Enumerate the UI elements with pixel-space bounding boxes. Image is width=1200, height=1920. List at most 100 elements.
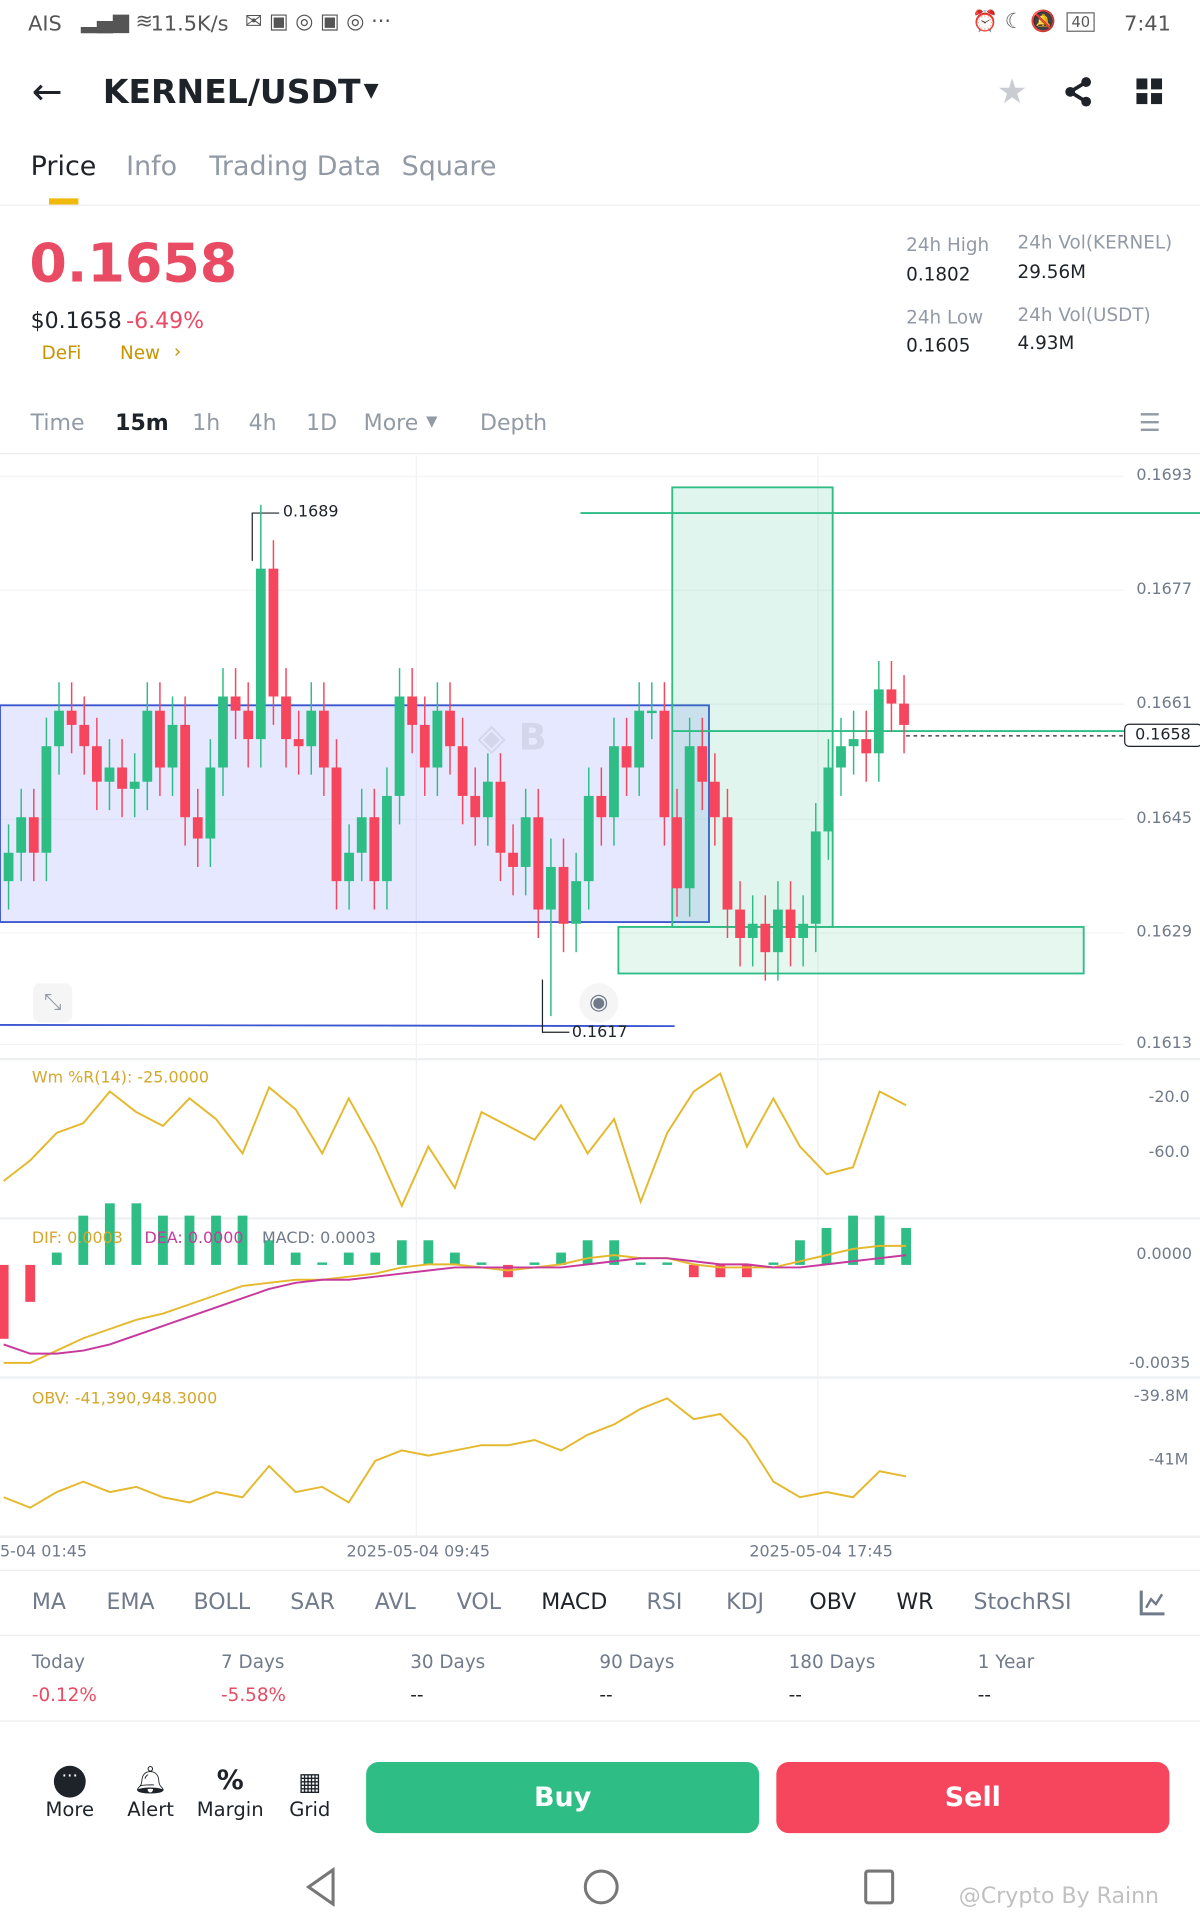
indicator-tab-vol[interactable]: VOL bbox=[457, 1589, 501, 1615]
candle-body bbox=[180, 724, 191, 818]
price-axis-label: 0.1629 bbox=[1136, 923, 1193, 942]
wr-axis-label: -20.0 bbox=[1148, 1088, 1190, 1107]
candle-body bbox=[407, 696, 418, 725]
macd-histogram-bar bbox=[290, 1252, 301, 1265]
candle-body bbox=[735, 909, 745, 938]
candle-body bbox=[520, 817, 531, 867]
low-marker-line bbox=[541, 979, 570, 1033]
macd-histogram-bar bbox=[635, 1262, 646, 1265]
candle-body bbox=[16, 817, 27, 853]
nav-home-icon[interactable] bbox=[582, 1867, 621, 1906]
candle-body bbox=[798, 923, 809, 938]
indicator-tab-boll[interactable]: BOLL bbox=[193, 1589, 250, 1615]
binance-watermark-logo: ◈ B bbox=[477, 716, 547, 760]
price-chart[interactable] bbox=[0, 0, 1200, 1920]
macd-label: MACD: 0.0003 bbox=[262, 1229, 376, 1248]
indicator-tab-obv[interactable]: OBV bbox=[809, 1589, 856, 1615]
eye-icon[interactable]: ◉ bbox=[579, 983, 619, 1023]
price-axis-label: 0.1693 bbox=[1136, 466, 1193, 485]
macd-histogram-bar bbox=[317, 1262, 328, 1265]
candle-body bbox=[659, 710, 670, 818]
grid-button[interactable]: ▦ Grid bbox=[273, 1766, 346, 1821]
candle-body bbox=[255, 568, 266, 740]
candle-body bbox=[66, 710, 77, 725]
candle-body bbox=[861, 739, 872, 754]
candle-body bbox=[848, 739, 859, 747]
candle-body bbox=[356, 817, 367, 853]
indicator-tab-macd[interactable]: MACD bbox=[541, 1589, 607, 1615]
price-axis-label: 0.1677 bbox=[1136, 580, 1193, 599]
candle-body bbox=[495, 781, 506, 853]
indicator-tab-ma[interactable]: MA bbox=[32, 1589, 66, 1615]
period-label: 90 Days bbox=[599, 1650, 675, 1673]
nav-recents-icon[interactable] bbox=[863, 1869, 897, 1906]
candle-body bbox=[709, 781, 720, 818]
indicator-tab-ema[interactable]: EMA bbox=[107, 1589, 155, 1615]
candle-body bbox=[155, 710, 165, 768]
margin-button[interactable]: % Margin bbox=[193, 1766, 266, 1821]
candle-body bbox=[697, 746, 708, 782]
obv-axis-label: -41M bbox=[1148, 1451, 1189, 1470]
indicator-settings-icon[interactable] bbox=[1139, 1589, 1166, 1616]
low-marker: 0.1617 bbox=[571, 1023, 628, 1043]
macd-histogram-bar bbox=[529, 1262, 540, 1265]
macd-histogram-bar bbox=[131, 1203, 142, 1265]
sell-button[interactable]: Sell bbox=[776, 1762, 1170, 1834]
macd-axis-label: 0.0000 bbox=[1136, 1245, 1193, 1264]
candle-body bbox=[41, 746, 52, 853]
candle-body bbox=[192, 817, 203, 839]
candle-body bbox=[129, 781, 140, 789]
margin-label: Margin bbox=[196, 1797, 264, 1821]
dif-label: DIF: 0.0003 bbox=[31, 1229, 123, 1248]
candle-body bbox=[722, 817, 733, 910]
indicator-tab-sar[interactable]: SAR bbox=[290, 1589, 335, 1615]
buy-button[interactable]: Buy bbox=[366, 1762, 760, 1834]
candle-body bbox=[886, 689, 897, 704]
candle-body bbox=[281, 696, 291, 740]
candle-body bbox=[773, 909, 783, 953]
period-label: 180 Days bbox=[788, 1650, 876, 1673]
candle-body bbox=[243, 710, 254, 740]
more-button[interactable]: ··· More bbox=[33, 1765, 106, 1821]
macd-histogram-bar bbox=[423, 1240, 434, 1265]
candle-body bbox=[747, 923, 758, 938]
indicator-tab-rsi[interactable]: RSI bbox=[647, 1589, 683, 1615]
candle-body bbox=[293, 739, 304, 747]
nav-back-icon[interactable] bbox=[304, 1867, 338, 1907]
candle-body bbox=[117, 767, 127, 789]
macd-axis-label: -0.0035 bbox=[1128, 1354, 1191, 1373]
macd-histogram-bar bbox=[370, 1252, 381, 1265]
macd-histogram-bar bbox=[343, 1252, 354, 1265]
candle-body bbox=[482, 781, 493, 818]
obv-label: OBV: -41,390,948.3000 bbox=[31, 1389, 218, 1409]
candle-body bbox=[533, 817, 544, 910]
candle-body bbox=[457, 746, 468, 796]
candle-body bbox=[470, 795, 481, 818]
candle-body bbox=[621, 746, 632, 768]
candle-body bbox=[79, 724, 90, 747]
candle-body bbox=[873, 689, 884, 754]
candle-body bbox=[558, 866, 569, 924]
period-change: -0.12% bbox=[31, 1683, 97, 1706]
indicator-tab-wr[interactable]: WR bbox=[896, 1589, 933, 1615]
indicator-tab-avl[interactable]: AVL bbox=[375, 1589, 416, 1615]
bell-icon: 🔔︎ bbox=[133, 1765, 168, 1797]
candle-body bbox=[899, 703, 909, 725]
alert-button[interactable]: 🔔︎ Alert bbox=[114, 1766, 187, 1821]
divider bbox=[0, 1569, 1200, 1572]
indicator-tab-stochrsi[interactable]: StochRSI bbox=[973, 1589, 1071, 1615]
candle-body bbox=[167, 724, 178, 768]
period-change: -- bbox=[410, 1683, 424, 1706]
macd-histogram-bar bbox=[821, 1227, 832, 1265]
candle-body bbox=[546, 866, 556, 910]
time-axis-label: 2025-05-04 09:45 bbox=[346, 1542, 490, 1562]
macd-histogram-bar bbox=[582, 1240, 593, 1265]
divider bbox=[0, 1634, 1200, 1636]
candle-body bbox=[596, 795, 607, 818]
divider bbox=[0, 1720, 1200, 1722]
candle-body bbox=[760, 923, 771, 953]
indicator-tab-kdj[interactable]: KDJ bbox=[726, 1589, 764, 1615]
candle-body bbox=[318, 710, 329, 768]
expand-icon[interactable]: ⤡ bbox=[33, 983, 73, 1023]
candle-body bbox=[382, 795, 392, 882]
